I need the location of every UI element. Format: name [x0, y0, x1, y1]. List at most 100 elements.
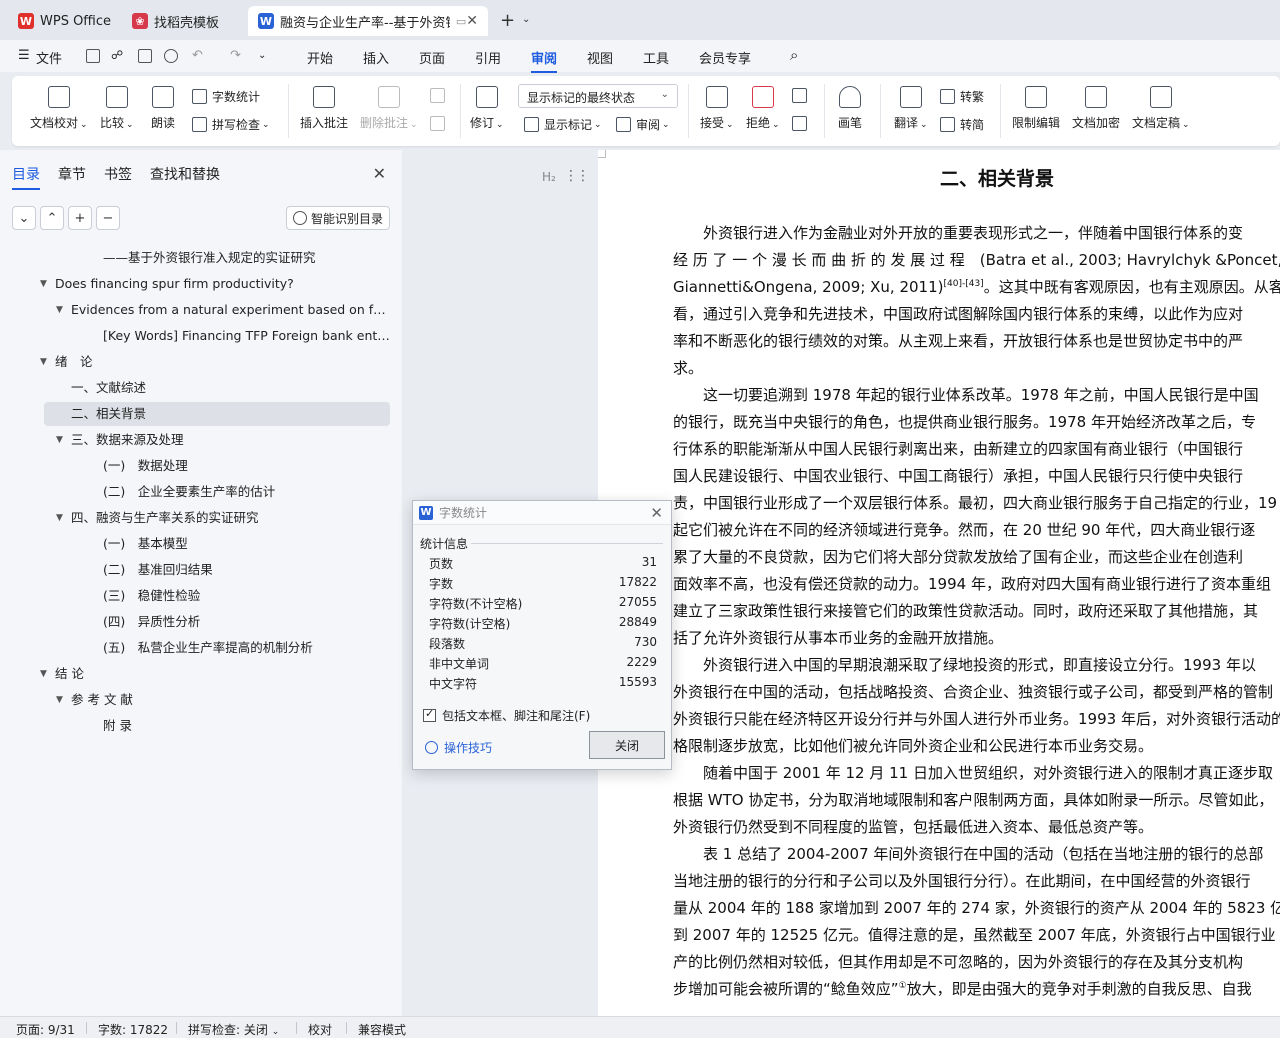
- pen-button[interactable]: 画笔: [838, 86, 862, 131]
- tab-wps-office[interactable]: W WPS Office: [8, 6, 120, 36]
- word-count-indicator[interactable]: 字数: 17822: [98, 1021, 168, 1038]
- line-text: 外资银行只能在经济特区开设分行并与外国人进行外币业务。1993 年后，对外资银行…: [673, 710, 1280, 728]
- to-simplified-button[interactable]: 转简: [940, 116, 984, 133]
- toc-item[interactable]: (一) 基本模型: [44, 532, 390, 556]
- toc-item[interactable]: 结 论: [44, 662, 390, 686]
- show-markup-button[interactable]: 显示标记 ⌄: [524, 116, 602, 133]
- toc-item[interactable]: (二) 企业全要素生产率的估计: [44, 480, 390, 504]
- toc-item[interactable]: Does financing spur firm productivity?: [44, 272, 390, 296]
- translate-button[interactable]: 翻译 ⌄: [894, 86, 928, 131]
- word-count-button[interactable]: 字数统计: [192, 88, 260, 105]
- accept-button[interactable]: 接受 ⌄: [700, 86, 734, 131]
- tab-chapters[interactable]: 章节: [58, 164, 86, 184]
- toc-item[interactable]: (一) 数据处理: [44, 454, 390, 478]
- collapse-all-button[interactable]: ⌄: [12, 206, 36, 230]
- line-text: 外资银行仍然受到不同程度的监管，包括最低进入资本、最低总资产等。: [673, 818, 1154, 836]
- include-textbox-checkbox[interactable]: 包括文本框、脚注和尾注(F): [423, 707, 590, 724]
- undo-icon[interactable]: ↶: [192, 48, 203, 63]
- tab-find-replace[interactable]: 查找和替换: [150, 164, 220, 184]
- page-indicator[interactable]: 页面: 9/31: [16, 1021, 75, 1038]
- finalize-doc-button[interactable]: 文档定稿 ⌄: [1132, 86, 1190, 131]
- previous-change-button[interactable]: [792, 88, 812, 103]
- compat-mode-status: 兼容模式: [358, 1023, 407, 1037]
- tab-list-chevron-icon[interactable]: ⌄: [522, 14, 530, 25]
- toc-item[interactable]: 参 考 文 献: [44, 688, 390, 712]
- toc-item[interactable]: (二) 基准回归结果: [44, 558, 390, 582]
- print-preview-icon[interactable]: [164, 49, 178, 63]
- tab-docer-templates[interactable]: ❀ 找稻壳模板: [122, 6, 244, 36]
- restrict-edit-button[interactable]: 限制编辑: [1012, 86, 1060, 131]
- toc-item[interactable]: (五) 私营企业生产率提高的机制分析: [44, 636, 390, 660]
- toc-item[interactable]: 三、数据来源及处理: [44, 428, 390, 452]
- previous-comment-button[interactable]: [430, 88, 450, 103]
- insert-comment-button[interactable]: 插入批注: [300, 86, 348, 131]
- toc-item[interactable]: ——基于外资银行准入规定的实证研究: [44, 246, 390, 270]
- redo-icon[interactable]: ↷: [230, 48, 241, 63]
- heading-level-icon[interactable]: H₂: [542, 170, 556, 184]
- next-change-button[interactable]: [792, 116, 812, 131]
- menu-member[interactable]: 会员专享: [699, 48, 751, 67]
- markup-state-select[interactable]: 显示标记的最终状态 ⌄: [518, 84, 678, 108]
- hamburger-icon[interactable]: ☰: [18, 48, 30, 63]
- track-changes-button[interactable]: 修订 ⌄: [470, 86, 504, 131]
- compare-button[interactable]: 比较 ⌄: [100, 86, 134, 131]
- menu-review[interactable]: 审阅: [531, 48, 558, 73]
- toc-item[interactable]: (四) 异质性分析: [44, 610, 390, 634]
- line-text: 这一切要追溯到 1978 年起的银行业体系改革。1978 年之前，中国人民银行是…: [703, 386, 1259, 404]
- tips-link[interactable]: 操作技巧: [425, 739, 492, 756]
- citation-superscript[interactable]: ①: [899, 981, 907, 991]
- proof-status[interactable]: 校对: [308, 1021, 332, 1038]
- read-aloud-button[interactable]: 朗读: [151, 86, 175, 131]
- print-icon[interactable]: [138, 49, 152, 63]
- reject-button[interactable]: 拒绝 ⌄: [746, 86, 780, 131]
- drag-handle-icon[interactable]: ⋮⋮: [564, 168, 590, 184]
- stat-row: 字数 17822: [429, 575, 657, 595]
- close-tab-icon[interactable]: ✕: [466, 13, 478, 29]
- to-traditional-button[interactable]: 转繁: [940, 88, 984, 105]
- tab-bookmarks[interactable]: 书签: [104, 164, 132, 184]
- toc-item[interactable]: 四、融资与生产率关系的实证研究: [44, 506, 390, 530]
- next-comment-button[interactable]: [430, 116, 450, 131]
- menu-view[interactable]: 视图: [587, 48, 613, 67]
- toc-item[interactable]: [Key Words] Financing TFP Foreign bank e…: [44, 324, 390, 348]
- tab-document[interactable]: W 融资与企业生产率--基于外资银 ▭ ✕: [248, 6, 488, 36]
- spell-check-button[interactable]: 拼写检查 ⌄: [192, 116, 270, 133]
- toc-item[interactable]: 一、文献综述: [44, 376, 390, 400]
- word-doc-icon: W: [258, 13, 274, 29]
- toc-item[interactable]: 附 录: [44, 714, 390, 738]
- delete-comment-button[interactable]: 删除批注 ⌄: [360, 86, 418, 131]
- toc-item[interactable]: (三) 稳健性检验: [44, 584, 390, 608]
- save-icon[interactable]: [86, 49, 100, 63]
- citation-superscript[interactable]: [40]-[43]: [944, 279, 984, 289]
- new-tab-plus-icon[interactable]: +: [500, 10, 515, 31]
- menu-file[interactable]: 文件: [36, 48, 62, 67]
- smart-toc-button[interactable]: 智能识别目录: [286, 206, 390, 230]
- quick-access-chevron-icon[interactable]: ⌄: [258, 50, 266, 61]
- add-heading-button[interactable]: +: [68, 206, 92, 230]
- document-page[interactable]: 二、相关背景 外资银行进入作为金融业对外开放的重要表现形式之一，伴随着中国银行体…: [598, 150, 1280, 1016]
- toc-item[interactable]: 二、相关背景: [44, 402, 390, 426]
- screen-icon[interactable]: ▭: [456, 15, 466, 28]
- share-icon[interactable]: ☍: [111, 48, 123, 62]
- close-button[interactable]: 关闭: [589, 731, 665, 759]
- toc-item[interactable]: Evidences from a natural experiment base…: [44, 298, 390, 322]
- tab-toc[interactable]: 目录: [12, 164, 40, 190]
- doc-proof-button[interactable]: 文档校对 ⌄: [30, 86, 88, 131]
- expand-up-button[interactable]: ⌃: [40, 206, 64, 230]
- toc-item[interactable]: 绪 论: [44, 350, 390, 374]
- spell-check-label: 拼写检查: [212, 118, 261, 132]
- spell-check-status[interactable]: 拼写检查: 关闭 ⌄: [188, 1021, 279, 1038]
- menu-insert[interactable]: 插入: [363, 48, 389, 67]
- encrypt-doc-button[interactable]: 文档加密: [1072, 86, 1120, 131]
- menu-page[interactable]: 页面: [419, 48, 445, 67]
- paragraph-line: 责，中国银行业形成了一个双层银行体系。最初，四大商业银行服务于自己指定的行业，1…: [673, 492, 1277, 513]
- menu-references[interactable]: 引用: [475, 48, 501, 67]
- review-pane-button[interactable]: 审阅 ⌄: [616, 116, 670, 133]
- close-icon[interactable]: ✕: [373, 164, 386, 183]
- search-icon[interactable]: ⌕: [790, 46, 798, 64]
- dialog-close-icon[interactable]: ✕: [650, 504, 663, 522]
- menu-tools[interactable]: 工具: [643, 48, 669, 67]
- stat-label: 字数: [429, 577, 454, 591]
- menu-start[interactable]: 开始: [307, 48, 333, 67]
- remove-heading-button[interactable]: −: [96, 206, 120, 230]
